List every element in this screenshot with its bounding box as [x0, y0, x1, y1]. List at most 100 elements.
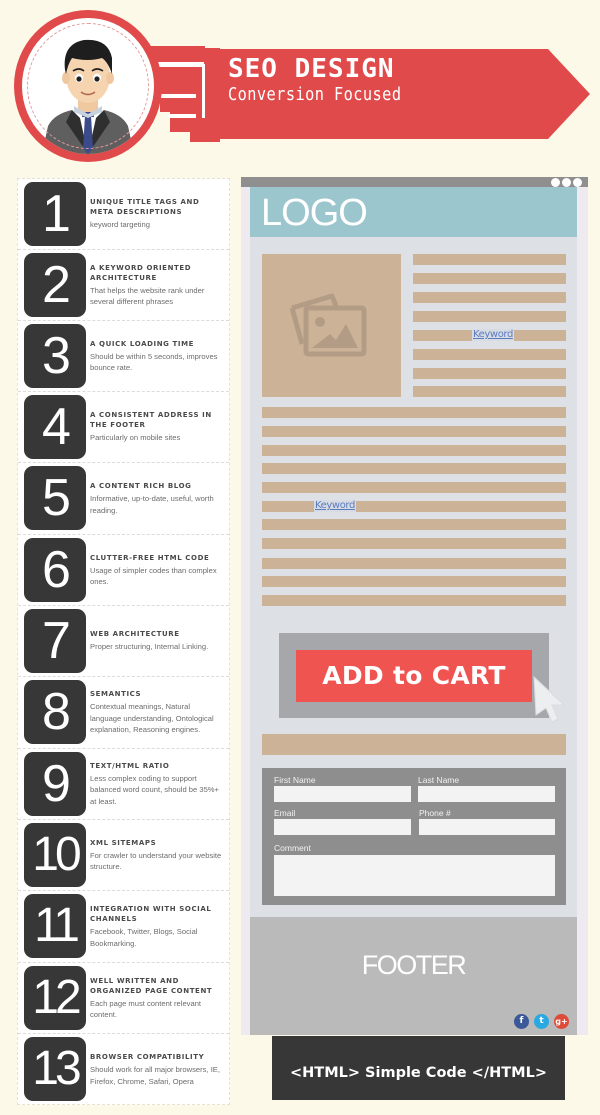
- list-item: 4 A CONSISTENT ADDRESS IN THE FOOTER Part…: [18, 392, 229, 463]
- text-placeholder-line: [413, 254, 566, 265]
- item-title: INTEGRATION WITH SOCIAL CHANNELS: [90, 905, 212, 923]
- html-code-banner: <HTML> Simple Code </HTML>: [272, 1036, 565, 1100]
- item-number: 12: [24, 966, 86, 1030]
- item-description: Less complex coding to support balanced …: [90, 773, 219, 806]
- list-item: 8 SEMANTICS Contextual meanings, Natural …: [18, 677, 229, 749]
- last-name-input[interactable]: [418, 786, 555, 802]
- image-placeholder: [262, 254, 401, 397]
- content-placeholder-bar: [262, 734, 566, 755]
- businessman-avatar-icon: [42, 39, 134, 154]
- list-item: 12 WELL WRITTEN AND ORGANIZED PAGE CONTE…: [18, 963, 229, 1034]
- webpage-mockup: LOGO Keyword Keyword ADD to CART First N…: [250, 187, 577, 917]
- item-description: Informative, up-to-date, useful, worth r…: [90, 494, 214, 515]
- footer-section: FOOTER f t g+: [250, 917, 577, 1035]
- item-description: Should be within 5 seconds, improves bou…: [90, 351, 218, 373]
- phone-input[interactable]: [419, 819, 555, 835]
- item-number: 4: [24, 395, 86, 459]
- list-item: 13 BROWSER COMPATIBILITY Should work for …: [18, 1034, 229, 1105]
- comment-textarea[interactable]: [274, 855, 555, 896]
- first-name-label: First Name: [274, 775, 316, 785]
- list-item: 6 CLUTTER-FREE HTML CODE Usage of simpler…: [18, 535, 229, 606]
- first-name-input[interactable]: [274, 786, 411, 802]
- text-placeholder-line: [413, 386, 566, 397]
- item-description: Each page must content relevant content.: [90, 998, 202, 1020]
- contact-form: First Name Last Name Email Phone # Comme…: [262, 768, 566, 905]
- text-placeholder-line: [262, 558, 566, 569]
- twitter-icon[interactable]: t: [534, 1014, 549, 1029]
- item-description: For crawler to understand your website s…: [90, 850, 222, 872]
- item-number: 3: [24, 324, 86, 388]
- text-placeholder-line: [262, 482, 566, 493]
- item-description: That helps the website rank under severa…: [90, 285, 205, 307]
- window-dot-icon[interactable]: [562, 178, 571, 187]
- keyword-link[interactable]: Keyword: [472, 329, 514, 341]
- browser-titlebar: [241, 177, 588, 187]
- window-dot-icon[interactable]: [551, 178, 560, 187]
- last-name-label: Last Name: [418, 775, 460, 785]
- item-title: WELL WRITTEN AND ORGANIZED PAGE CONTENT: [90, 976, 213, 995]
- item-title: XML SITEMAPS: [90, 838, 157, 847]
- item-description: Contextual meanings, Natural language un…: [90, 702, 214, 735]
- item-number: 5: [24, 466, 86, 530]
- google-plus-icon[interactable]: g+: [554, 1014, 569, 1029]
- add-to-cart-button[interactable]: ADD to CART: [296, 650, 532, 702]
- item-description: Particularly on mobile sites: [90, 433, 181, 443]
- text-placeholder-line: [262, 407, 566, 418]
- item-number: 10: [24, 823, 86, 887]
- text-placeholder-line: [413, 292, 566, 303]
- item-title: A CONSISTENT ADDRESS IN THE FOOTER: [90, 411, 212, 430]
- text-placeholder-line: [262, 426, 566, 437]
- item-description: keyword targeting: [90, 220, 150, 230]
- list-item: 9 TEXT/HTML RATIO Less complex coding to …: [18, 749, 229, 820]
- avatar: [14, 10, 162, 162]
- item-title: SEMANTICS: [90, 690, 142, 699]
- page-title: SEO DESIGN: [228, 54, 395, 84]
- item-number: 8: [24, 680, 86, 744]
- text-placeholder-line: [262, 519, 566, 530]
- mouse-pointer-icon: [533, 675, 566, 723]
- item-title: UNIQUE TITLE TAGS AND META DESCRIPTIONS: [90, 198, 200, 217]
- item-description: Facebook, Twitter, Blogs, Social Bookmar…: [90, 927, 198, 948]
- text-placeholder-line: [413, 311, 566, 322]
- item-description: Usage of simpler codes than complex ones…: [90, 565, 217, 587]
- comment-label: Comment: [274, 843, 311, 853]
- list-item: 10 XML SITEMAPS For crawler to understand…: [18, 820, 229, 891]
- list-item: 3 A QUICK LOADING TIME Should be within 5…: [18, 321, 229, 392]
- list-item: 11 INTEGRATION WITH SOCIAL CHANNELS Faceb…: [18, 891, 229, 963]
- item-title: CLUTTER-FREE HTML CODE: [90, 553, 210, 562]
- item-number: 7: [24, 609, 86, 673]
- text-placeholder-line: [413, 273, 566, 284]
- text-placeholder-line: [262, 501, 566, 512]
- text-placeholder-line: [413, 368, 566, 379]
- item-number: 13: [24, 1037, 86, 1101]
- email-label: Email: [274, 808, 296, 818]
- item-title: A CONTENT RICH BLOG: [90, 482, 192, 490]
- image-icon: [289, 293, 367, 357]
- list-item: 1 UNIQUE TITLE TAGS AND META DESCRIPTION…: [18, 179, 229, 250]
- text-placeholder-line: [262, 463, 566, 474]
- list-item: 2 A KEYWORD ORIENTED ARCHITECTURE That he…: [18, 250, 229, 321]
- item-title: WEB ARCHITECTURE: [90, 630, 180, 639]
- phone-label: Phone #: [419, 808, 451, 818]
- email-input[interactable]: [274, 819, 411, 835]
- social-icons: f t g+: [514, 1014, 569, 1029]
- text-placeholder-line: [262, 445, 566, 456]
- logo[interactable]: LOGO: [261, 191, 368, 235]
- item-title: BROWSER COMPATIBILITY: [90, 1053, 205, 1061]
- text-placeholder-line: [262, 576, 566, 587]
- item-title: A KEYWORD ORIENTED ARCHITECTURE: [90, 263, 192, 282]
- header-bar: LOGO: [250, 187, 577, 237]
- facebook-icon[interactable]: f: [514, 1014, 529, 1029]
- page-subtitle: Conversion Focused: [228, 84, 402, 105]
- keyword-link[interactable]: Keyword: [314, 500, 356, 512]
- item-number: 11: [24, 894, 86, 958]
- item-number: 9: [24, 752, 86, 816]
- text-placeholder-line: [262, 595, 566, 606]
- item-number: 6: [24, 538, 86, 602]
- item-number: 2: [24, 253, 86, 317]
- window-controls: [551, 178, 582, 187]
- browser-mockup: LOGO Keyword Keyword ADD to CART First N…: [241, 177, 588, 1035]
- list-item: 7 WEB ARCHITECTURE Proper structuring, In…: [18, 606, 229, 677]
- window-dot-icon[interactable]: [573, 178, 582, 187]
- item-title: A QUICK LOADING TIME: [90, 339, 195, 348]
